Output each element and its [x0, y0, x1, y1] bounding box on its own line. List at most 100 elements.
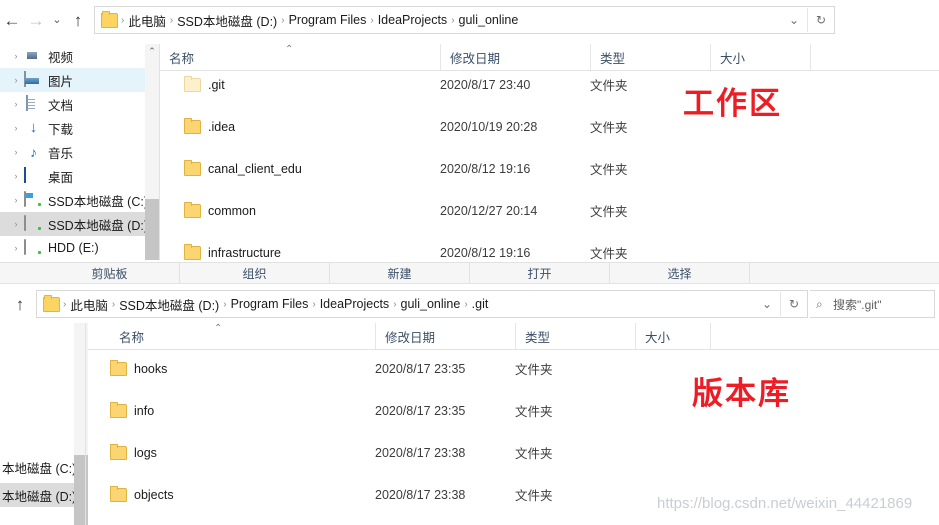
column-headers-workspace: ⌃ 名称 修改日期 类型 大小: [160, 44, 939, 71]
desktop-icon: [24, 167, 43, 184]
column-header-size[interactable]: 大小: [710, 44, 810, 70]
sidebar-item-label: SSD本地磁盘 (C:): [48, 194, 145, 209]
sidebar-item-local-disk-d[interactable]: 本地磁盘 (D:): [0, 483, 74, 507]
folder-icon: [184, 75, 201, 92]
navigation-pane-repository[interactable]: 本地磁盘 (C:) 本地磁盘 (D:): [0, 323, 74, 525]
ribbon-group-organize[interactable]: 组织: [180, 263, 330, 283]
chevron-right-icon[interactable]: ›: [8, 123, 24, 133]
sidebar-item-drive-e[interactable]: › HDD (E:): [0, 236, 145, 260]
chevron-right-icon[interactable]: ›: [8, 51, 24, 61]
ribbon-group-select[interactable]: 选择: [610, 263, 750, 283]
table-row[interactable]: infrastructure 2020/8/12 19:16 文件夹: [160, 242, 939, 260]
breadcrumb-item-4[interactable]: guli_online: [456, 13, 522, 27]
ribbon-group-new[interactable]: 新建: [330, 263, 470, 283]
sidebar-item-drive-d[interactable]: › SSD本地磁盘 (D:): [0, 212, 145, 236]
drive-c-icon: [24, 191, 43, 208]
chevron-right-icon[interactable]: ›: [8, 243, 24, 253]
scroll-up-icon[interactable]: ⌃: [145, 44, 159, 58]
documents-icon: [24, 95, 43, 112]
sidebar-item-local-disk-c[interactable]: 本地磁盘 (C:): [0, 455, 74, 479]
column-header-name[interactable]: 名称: [160, 44, 440, 70]
table-row[interactable]: logs 2020/8/17 23:38 文件夹: [86, 442, 939, 463]
sidebar-item-label: HDD (E:): [48, 241, 99, 255]
sidebar-item-label: 本地磁盘 (D:): [2, 489, 74, 504]
chevron-right-icon[interactable]: ›: [8, 75, 24, 85]
column-header-blank[interactable]: [710, 323, 939, 349]
sidebar-item-documents[interactable]: › 文档: [0, 92, 145, 116]
folder-icon: [184, 159, 201, 176]
sidebar-item-music[interactable]: › ♪ 音乐: [0, 140, 145, 164]
column-header-type[interactable]: 类型: [515, 323, 635, 349]
sidebar-item-downloads[interactable]: › ↓ 下载: [0, 116, 145, 140]
table-row[interactable]: .git 2020/8/17 23:40 文件夹: [160, 74, 939, 95]
back-button[interactable]: ←: [0, 7, 24, 33]
chevron-right-icon[interactable]: ›: [8, 147, 24, 157]
watermark: https://blog.csdn.net/weixin_44421869: [657, 495, 913, 512]
up-button[interactable]: ↑: [66, 7, 90, 33]
breadcrumb-repository[interactable]: › 此电脑 › SSD本地磁盘 (D:) › Program Files › I…: [37, 294, 754, 314]
table-row[interactable]: .idea 2020/10/19 20:28 文件夹: [160, 116, 939, 137]
breadcrumb-item-3[interactable]: IdeaProjects: [375, 13, 450, 27]
navigation-pane-workspace[interactable]: › 视频 › 图片 › 文档 › ↓ 下载 › ♪ 音乐 › 桌面 › SSD本…: [0, 44, 145, 260]
navpane-scrollbar-workspace[interactable]: ⌃: [145, 44, 159, 260]
column-header-date[interactable]: 修改日期: [440, 44, 590, 70]
address-field-workspace[interactable]: › 此电脑 › SSD本地磁盘 (D:) › Program Files › I…: [94, 6, 835, 34]
column-header-name[interactable]: 名称: [110, 323, 375, 349]
file-list-workspace[interactable]: .git 2020/8/17 23:40 文件夹 .idea 2020/10/1…: [160, 74, 939, 260]
sidebar-item-videos[interactable]: › 视频: [0, 44, 145, 68]
column-header-date[interactable]: 修改日期: [375, 323, 515, 349]
breadcrumb-item-3[interactable]: IdeaProjects: [317, 297, 392, 311]
file-type: 文件夹: [515, 363, 553, 377]
breadcrumb-item-1[interactable]: SSD本地磁盘 (D:): [116, 295, 222, 314]
search-box-repository[interactable]: ⌕ 搜索".git": [810, 290, 935, 318]
breadcrumb-workspace[interactable]: › 此电脑 › SSD本地磁盘 (D:) › Program Files › I…: [95, 10, 781, 30]
forward-button[interactable]: →: [24, 7, 48, 33]
sidebar-item-desktop[interactable]: › 桌面: [0, 164, 145, 188]
up-button[interactable]: ↑: [8, 291, 32, 317]
chevron-right-icon[interactable]: ›: [8, 219, 24, 229]
table-row[interactable]: common 2020/12/27 20:14 文件夹: [160, 200, 939, 221]
refresh-icon[interactable]: ↻: [807, 8, 834, 32]
chevron-right-icon[interactable]: ›: [8, 99, 24, 109]
recent-locations-button[interactable]: ⌄: [48, 7, 66, 33]
scrollbar-thumb[interactable]: [145, 199, 159, 260]
sidebar-item-pictures[interactable]: › 图片: [0, 68, 145, 92]
address-field-repository[interactable]: › 此电脑 › SSD本地磁盘 (D:) › Program Files › I…: [36, 290, 808, 318]
address-bar-repository: ↑ › 此电脑 › SSD本地磁盘 (D:) › Program Files ›…: [0, 285, 939, 323]
file-date: 2020/8/12 19:16: [440, 161, 531, 176]
refresh-icon[interactable]: ↻: [780, 292, 807, 316]
address-bar-workspace: ← → ⌄ ↑ › 此电脑 › SSD本地磁盘 (D:) › Program F…: [0, 0, 939, 40]
column-header-size[interactable]: 大小: [635, 323, 710, 349]
chevron-down-icon[interactable]: ⌄: [781, 8, 807, 32]
column-header-type[interactable]: 类型: [590, 44, 710, 70]
folder-icon: [110, 359, 127, 376]
table-row[interactable]: canal_client_edu 2020/8/12 19:16 文件夹: [160, 158, 939, 179]
folder-icon: [110, 401, 127, 418]
chevron-right-icon[interactable]: ›: [8, 171, 24, 181]
breadcrumb-item-2[interactable]: Program Files: [286, 13, 370, 27]
file-type: 文件夹: [590, 79, 628, 93]
downloads-icon: ↓: [29, 119, 38, 136]
breadcrumb-item-0[interactable]: 此电脑: [125, 11, 169, 30]
breadcrumb-item-2[interactable]: Program Files: [228, 297, 312, 311]
breadcrumb-item-1[interactable]: SSD本地磁盘 (D:): [174, 11, 280, 30]
file-type: 文件夹: [515, 447, 553, 461]
breadcrumb-item-5[interactable]: .git: [469, 297, 492, 311]
ribbon-group-open[interactable]: 打开: [470, 263, 610, 283]
annotation-repository: 版本库: [692, 376, 791, 412]
sidebar-item-label: 本地磁盘 (C:): [2, 461, 74, 476]
pictures-icon: [24, 71, 43, 88]
file-type: 文件夹: [515, 405, 553, 419]
file-type: 文件夹: [590, 205, 628, 219]
breadcrumb-item-0[interactable]: 此电脑: [67, 295, 111, 314]
ribbon-group-clipboard[interactable]: 剪贴板: [40, 263, 180, 283]
column-header-blank[interactable]: [810, 44, 939, 70]
table-row[interactable]: info 2020/8/17 23:35 文件夹: [86, 400, 939, 421]
drive-d-icon: [24, 215, 43, 232]
table-row[interactable]: hooks 2020/8/17 23:35 文件夹: [86, 358, 939, 379]
sidebar-item-drive-c[interactable]: › SSD本地磁盘 (C:): [0, 188, 145, 212]
breadcrumb-item-4[interactable]: guli_online: [398, 297, 464, 311]
chevron-down-icon[interactable]: ⌄: [754, 292, 780, 316]
chevron-right-icon[interactable]: ›: [8, 195, 24, 205]
file-name: .git: [208, 77, 225, 92]
